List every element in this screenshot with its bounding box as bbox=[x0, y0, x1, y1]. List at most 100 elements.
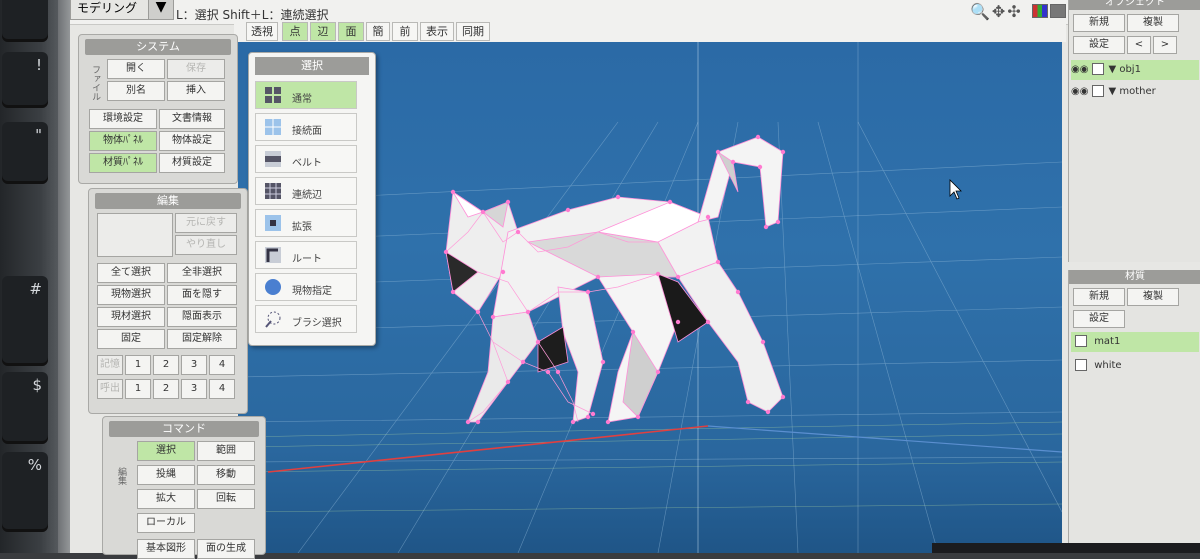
sphere-icon bbox=[265, 279, 281, 295]
recall-slot-2[interactable]: 2 bbox=[153, 379, 179, 399]
open-button[interactable]: 開く bbox=[107, 59, 165, 79]
duplicate-object-button[interactable]: 複製 bbox=[1127, 14, 1179, 32]
keyboard-key: " bbox=[2, 122, 48, 184]
visibility-eye-icon[interactable]: ◉◉ bbox=[1071, 64, 1088, 75]
select-mode-connected-face[interactable]: 接続面 bbox=[255, 113, 357, 141]
select-mode-brush[interactable]: ブラシ選択 bbox=[255, 305, 357, 333]
hide-face-button[interactable]: 面を隠す bbox=[167, 285, 237, 305]
belt-icon bbox=[265, 151, 281, 167]
memory-slot-4[interactable]: 4 bbox=[209, 355, 235, 375]
material-settings-button[interactable]: 材質設定 bbox=[159, 153, 225, 173]
basic-shape-button[interactable]: 基本図形 bbox=[137, 539, 195, 559]
local-command-button[interactable]: ローカル bbox=[137, 513, 195, 533]
file-group-label: ファイル bbox=[90, 65, 100, 101]
tab-face[interactable]: 面 bbox=[338, 22, 364, 41]
object-settings-button-right[interactable]: 設定 bbox=[1073, 36, 1125, 54]
object-settings-button[interactable]: 物体設定 bbox=[159, 131, 225, 151]
tab-display[interactable]: 表示 bbox=[420, 22, 454, 41]
cat-model[interactable] bbox=[445, 136, 784, 423]
recall-slot-4[interactable]: 4 bbox=[209, 379, 235, 399]
move-command-button[interactable]: 移動 bbox=[197, 465, 255, 485]
insert-button[interactable]: 挿入 bbox=[167, 81, 225, 101]
zoom-icon[interactable]: 🔍 bbox=[970, 2, 992, 21]
view-navigation-icons[interactable]: 🔍✥✣ bbox=[970, 2, 1023, 21]
show-hidden-button[interactable]: 隠面表示 bbox=[167, 307, 237, 327]
grid-display-icon[interactable] bbox=[1050, 4, 1066, 18]
select-current-material-button[interactable]: 現材選択 bbox=[97, 307, 165, 327]
chevron-down-icon[interactable]: ▼ bbox=[148, 0, 174, 20]
prev-object-button[interactable]: < bbox=[1127, 36, 1151, 54]
visibility-eye-icon[interactable]: ◉◉ bbox=[1071, 86, 1088, 97]
select-mode-label: 接続面 bbox=[292, 126, 322, 137]
redo-button[interactable]: やり直し bbox=[175, 235, 237, 255]
lasso-command-button[interactable]: 投縄 bbox=[137, 465, 195, 485]
new-object-button[interactable]: 新規 bbox=[1073, 14, 1125, 32]
tab-edge[interactable]: 辺 bbox=[310, 22, 336, 41]
select-mode-popup: 選択 通常 接続面 ベルト 連続辺 拡張 ルート 現物指定 ブラシ選択 bbox=[248, 52, 376, 346]
material-panel: 材質 新規 複製 設定 mat1 white bbox=[1068, 270, 1200, 553]
lock-checkbox[interactable] bbox=[1092, 63, 1105, 75]
select-current-object-button[interactable]: 現物選択 bbox=[97, 285, 165, 305]
object-row[interactable]: ◉◉ ▼ mother bbox=[1071, 82, 1199, 102]
next-object-button[interactable]: > bbox=[1153, 36, 1177, 54]
material-row[interactable]: mat1 bbox=[1071, 332, 1199, 352]
duplicate-material-button[interactable]: 複製 bbox=[1127, 288, 1179, 306]
fix-button[interactable]: 固定 bbox=[97, 329, 165, 349]
select-mode-route[interactable]: ルート bbox=[255, 241, 357, 269]
mouse-cursor-icon bbox=[949, 179, 962, 200]
tab-sync[interactable]: 同期 bbox=[456, 22, 490, 41]
document-info-button[interactable]: 文書情報 bbox=[159, 109, 225, 129]
tab-front[interactable]: 前 bbox=[392, 22, 418, 41]
rotate-command-button[interactable]: 回転 bbox=[197, 489, 255, 509]
pan-icon[interactable]: ✥ bbox=[992, 2, 1007, 21]
memory-slot-1[interactable]: 1 bbox=[125, 355, 151, 375]
save-button[interactable]: 保存 bbox=[167, 59, 225, 79]
material-panel-toggle[interactable]: 材質ﾊﾟﾈﾙ bbox=[89, 153, 157, 173]
memory-slot-3[interactable]: 3 bbox=[181, 355, 207, 375]
tab-perspective[interactable]: 透視 bbox=[246, 22, 278, 41]
unfix-button[interactable]: 固定解除 bbox=[167, 329, 237, 349]
object-row[interactable]: ◉◉ ▼ obj1 bbox=[1071, 60, 1199, 80]
generate-face-button[interactable]: 面の生成 bbox=[197, 539, 255, 559]
recall-slot-3[interactable]: 3 bbox=[181, 379, 207, 399]
select-command-button[interactable]: 選択 bbox=[137, 441, 195, 461]
range-command-button[interactable]: 範囲 bbox=[197, 441, 255, 461]
select-mode-current-object[interactable]: 現物指定 bbox=[255, 273, 357, 301]
memory-slot-2[interactable]: 2 bbox=[153, 355, 179, 375]
tab-simple[interactable]: 簡 bbox=[366, 22, 390, 41]
lock-checkbox[interactable] bbox=[1092, 85, 1105, 97]
edit-panel-title: 編集 bbox=[95, 193, 241, 209]
deselect-all-button[interactable]: 全非選択 bbox=[167, 263, 237, 283]
environment-settings-button[interactable]: 環境設定 bbox=[89, 109, 157, 129]
expand-triangle-icon[interactable]: ▼ bbox=[1108, 64, 1116, 75]
route-icon bbox=[265, 247, 281, 263]
undo-button[interactable]: 元に戻す bbox=[175, 213, 237, 233]
select-mode-belt[interactable]: ベルト bbox=[255, 145, 357, 173]
select-mode-label: ルート bbox=[292, 254, 322, 265]
new-material-button[interactable]: 新規 bbox=[1073, 288, 1125, 306]
material-settings-button-right[interactable]: 設定 bbox=[1073, 310, 1125, 328]
grid-select-icon bbox=[265, 87, 281, 103]
select-mode-label: 現物指定 bbox=[292, 286, 332, 297]
material-name: white bbox=[1094, 360, 1122, 371]
tab-vertex[interactable]: 点 bbox=[282, 22, 308, 41]
x-axis bbox=[267, 425, 709, 473]
select-mode-edge-loop[interactable]: 連続辺 bbox=[255, 177, 357, 205]
rotate-view-icon[interactable]: ✣ bbox=[1007, 2, 1022, 21]
select-all-button[interactable]: 全て選択 bbox=[97, 263, 165, 283]
select-mode-normal[interactable]: 通常 bbox=[255, 81, 357, 109]
color-palette-icon[interactable] bbox=[1032, 4, 1048, 18]
key-hint-text: L：選択 Shift＋L：連続選択 bbox=[176, 8, 329, 22]
recall-slot-1[interactable]: 1 bbox=[125, 379, 151, 399]
save-as-button[interactable]: 別名 bbox=[107, 81, 165, 101]
material-row[interactable]: white bbox=[1071, 356, 1199, 376]
object-name: mother bbox=[1119, 86, 1156, 97]
object-panel-toggle[interactable]: 物体ﾊﾟﾈﾙ bbox=[89, 131, 157, 151]
material-checkbox[interactable] bbox=[1075, 359, 1087, 371]
select-mode-expand[interactable]: 拡張 bbox=[255, 209, 357, 237]
command-panel: コマンド 編集 選択 範囲 投縄 移動 拡大 回転 ローカル 基本図形 面の生成 bbox=[102, 416, 266, 559]
material-checkbox[interactable] bbox=[1075, 335, 1087, 347]
command-group-label: 編集 bbox=[116, 467, 126, 485]
scale-command-button[interactable]: 拡大 bbox=[137, 489, 195, 509]
expand-triangle-icon[interactable]: ▼ bbox=[1108, 86, 1116, 97]
